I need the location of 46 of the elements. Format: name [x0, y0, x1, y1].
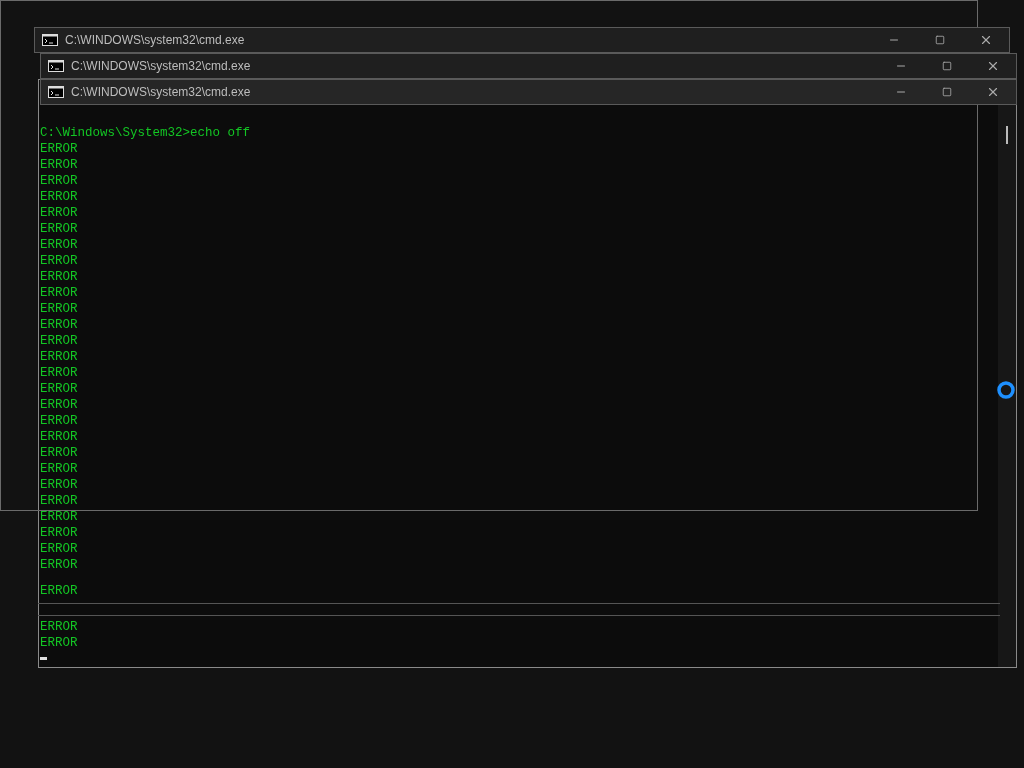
console-app-icon [48, 86, 64, 98]
console-line: C:\Windows\System32>echo off [40, 125, 251, 141]
console-line: ERROR [40, 365, 78, 381]
maximize-icon [942, 87, 952, 97]
busy-cursor-icon [996, 380, 1016, 400]
console-line: ERROR [40, 157, 78, 173]
console-line: ERROR [40, 237, 78, 253]
maximize-icon [942, 61, 952, 71]
console-line: ERROR [40, 541, 78, 557]
console-line: ERROR [40, 413, 78, 429]
console-line: ERROR [40, 141, 78, 157]
console-line: ERROR [40, 429, 78, 445]
text-cursor [40, 657, 47, 660]
close-icon [986, 59, 1000, 73]
console-line: ERROR [40, 301, 78, 317]
console-line: ERROR [40, 189, 78, 205]
console-line: ERROR [40, 285, 78, 301]
console-line: ERROR [40, 635, 78, 651]
console-line: ERROR [40, 525, 78, 541]
console-line: ERROR [40, 253, 78, 269]
console-line: ERROR [40, 333, 78, 349]
console-app-icon [48, 60, 64, 72]
console-app-icon [42, 34, 58, 46]
console-line: ERROR [40, 221, 78, 237]
console-line: ERROR [40, 461, 78, 477]
window-title: C:\WINDOWS\system32\cmd.exe [71, 84, 251, 101]
console-line: ERROR [40, 557, 78, 573]
console-line: ERROR [40, 477, 78, 493]
console-line: ERROR [40, 205, 78, 221]
console-line: ERROR [40, 269, 78, 285]
console-line: ERROR [40, 349, 78, 365]
console-line: ERROR [40, 173, 78, 189]
close-icon [979, 33, 993, 47]
console-line: ERROR [40, 445, 78, 461]
console-line: ERROR [40, 397, 78, 413]
maximize-icon [935, 35, 945, 45]
console-line: ERROR [40, 317, 78, 333]
window-title: C:\WINDOWS\system32\cmd.exe [71, 58, 251, 75]
console-line: ERROR [40, 583, 78, 599]
console-line: ERROR [40, 509, 78, 525]
console-line: ERROR [40, 493, 78, 509]
console-line: ERROR [40, 619, 78, 635]
close-icon [986, 85, 1000, 99]
scrollbar-thumb [1006, 126, 1008, 144]
window-title: C:\WINDOWS\system32\cmd.exe [65, 32, 245, 49]
console-line: ERROR [40, 381, 78, 397]
